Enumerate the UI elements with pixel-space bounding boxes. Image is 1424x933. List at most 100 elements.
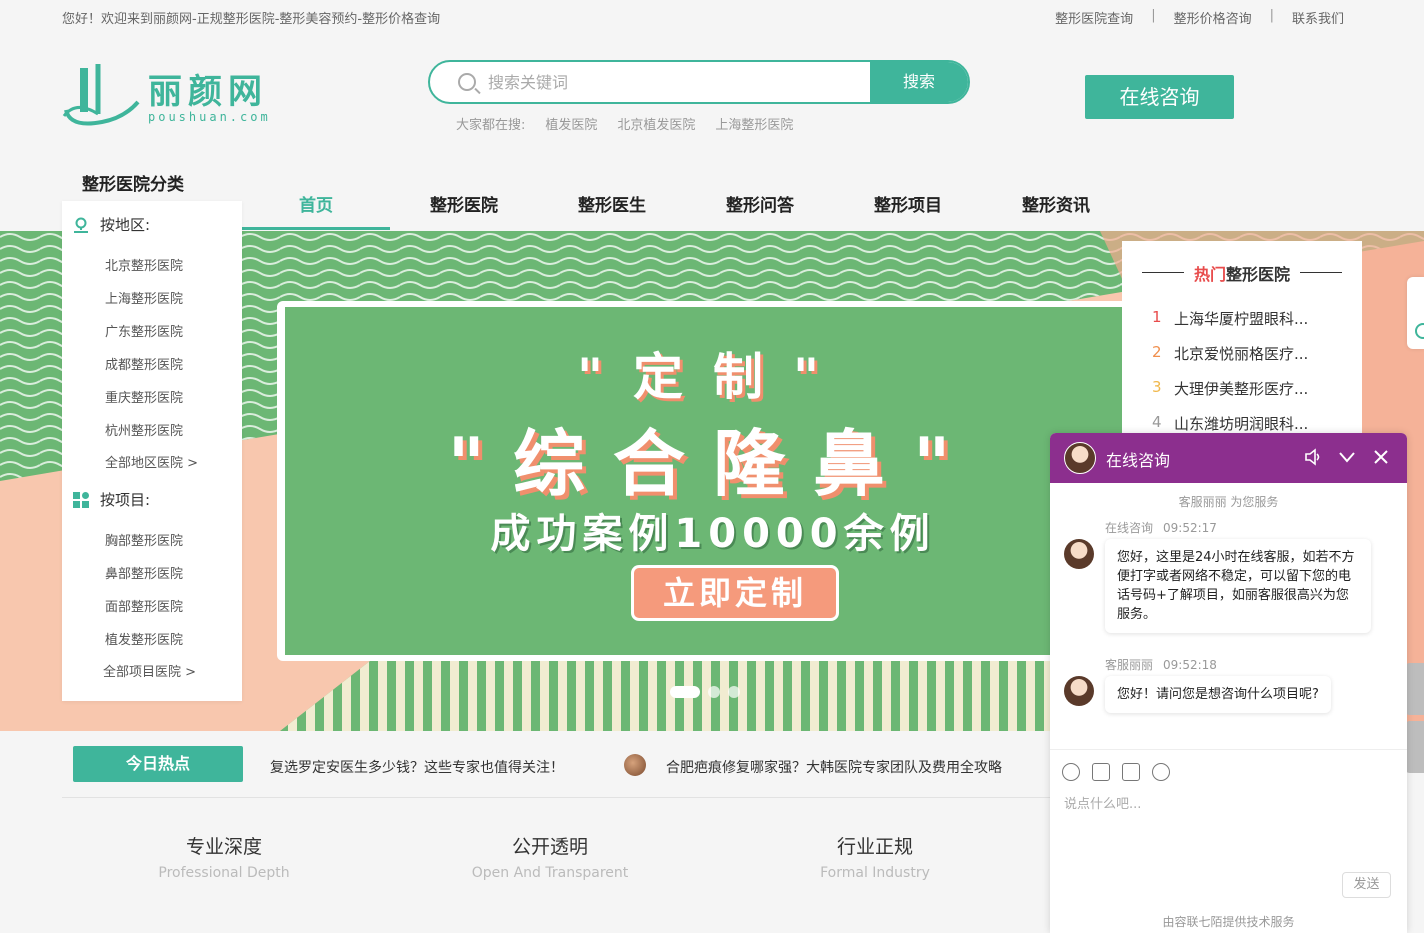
site-logo[interactable]: 丽颜网 poushuan.com	[62, 62, 272, 132]
all-regions-link[interactable]: 全部地区医院 >	[105, 452, 198, 471]
hot-rank: 1	[1152, 308, 1162, 326]
hot-search: 大家都在搜: 植发医院 北京植发医院 上海整形医院	[456, 114, 793, 133]
separator: |	[1269, 8, 1274, 23]
search-icon	[458, 73, 476, 91]
news-link[interactable]: 合肥疤痕修复哪家强？大韩医院专家团队及费用全攻略	[666, 757, 1002, 777]
logo-brand: 丽颜网	[148, 72, 268, 112]
divider	[62, 797, 1052, 798]
logo-domain: poushuan.com	[148, 110, 271, 124]
back-to-top-button[interactable]	[1404, 663, 1424, 715]
image-icon[interactable]	[1092, 763, 1110, 781]
agent-avatar	[1064, 442, 1096, 474]
link-hospital-query[interactable]: 整形医院查询	[1055, 8, 1133, 27]
banner-headline-2: "综合隆鼻"	[447, 421, 979, 506]
hot-hospital-name: 北京爱悦丽格医疗...	[1174, 345, 1309, 363]
banner-subline: 成功案例10000余例	[490, 511, 936, 557]
feature-professional: 专业深度 Professional Depth	[104, 832, 344, 881]
float-service-button[interactable]	[1404, 721, 1424, 773]
speaker-icon[interactable]	[1302, 447, 1324, 469]
hot-hospitals-title: 热门整形医院	[1122, 261, 1362, 285]
hot-hospital-name: 大理伊美整形医疗...	[1174, 380, 1309, 398]
hot-title-highlight: 热门	[1193, 265, 1226, 284]
message-time: 09:52:17	[1163, 521, 1217, 535]
nav-qa[interactable]: 整形问答	[686, 188, 834, 230]
feature-formal: 行业正规 Formal Industry	[755, 832, 995, 881]
message-time: 09:52:18	[1163, 658, 1217, 672]
welcome-text: 您好！欢迎来到丽颜网-正规整形医院-整形美容预约-整形价格查询	[62, 12, 441, 27]
category-sidebar: 按地区: 北京整形医院 上海整形医院 广东整形医院 成都整形医院 重庆整形医院 …	[62, 201, 242, 701]
side-float-tab[interactable]	[1407, 277, 1424, 349]
hot-search-term[interactable]: 北京植发医院	[617, 114, 695, 133]
feature-subtitle: Professional Depth	[158, 865, 290, 881]
project-link[interactable]: 面部整形医院	[105, 596, 183, 615]
nav-doctors[interactable]: 整形医生	[538, 188, 686, 230]
hot-hospital-name: 上海华厦柠盟眼科...	[1174, 310, 1309, 328]
service-line: 客服丽丽 为您服务	[1178, 495, 1279, 509]
nav-projects[interactable]: 整形项目	[834, 188, 982, 230]
news-link[interactable]: 复选罗定安医生多少钱？这些专家也值得关注！	[270, 757, 564, 777]
main-nav: 首页 整形医院 整形医生 整形问答 整形项目 整形资讯	[242, 188, 1130, 230]
message-avatar	[1064, 539, 1094, 569]
message-avatar	[1064, 676, 1094, 706]
carousel-dot[interactable]	[670, 686, 700, 698]
region-link[interactable]: 杭州整形医院	[105, 420, 183, 439]
scissors-icon[interactable]	[1152, 763, 1170, 781]
chat-divider	[1050, 749, 1407, 750]
project-link[interactable]: 鼻部整形医院	[105, 563, 183, 582]
today-hot-bar: 今日热点 复选罗定安医生多少钱？这些专家也值得关注！ 合肥疤痕修复哪家强？大韩医…	[0, 731, 1050, 797]
message-bubble: 您好，这里是24小时在线客服，如若不方便打字或者网络不稳定，可以留下您的电话号码…	[1105, 539, 1371, 633]
hot-rank: 4	[1152, 413, 1162, 431]
carousel-dot[interactable]	[728, 686, 740, 698]
project-group-title: 按项目:	[72, 489, 150, 510]
category-title: 整形医院分类	[82, 175, 184, 195]
folder-icon[interactable]	[1122, 763, 1140, 781]
region-link[interactable]: 成都整形医院	[105, 354, 183, 373]
message-bubble: 您好！请问您是想咨询什么项目呢?	[1105, 676, 1331, 713]
search-button[interactable]: 搜索	[870, 62, 968, 102]
carousel-dot[interactable]	[708, 686, 720, 698]
chat-header[interactable]: 在线咨询	[1050, 433, 1407, 483]
banner-card: "定制" "综合隆鼻" 成功案例10000余例 立即定制	[277, 301, 1147, 661]
project-link[interactable]: 胸部整形医院	[105, 530, 183, 549]
message-meta: 在线咨询 09:52:17	[1105, 519, 1217, 536]
message-meta: 客服丽丽 09:52:18	[1105, 656, 1217, 673]
minimize-icon[interactable]	[1336, 447, 1358, 469]
region-link[interactable]: 重庆整形医院	[105, 387, 183, 406]
top-links: 整形医院查询 | 整形价格咨询 | 联系我们	[1055, 8, 1344, 27]
chat-message-input[interactable]	[1064, 793, 1394, 863]
region-link[interactable]: 上海整形医院	[105, 288, 183, 307]
hot-title-rest: 整形医院	[1226, 265, 1291, 284]
link-contact-us[interactable]: 联系我们	[1292, 8, 1344, 27]
search-input[interactable]	[488, 62, 868, 102]
region-group-title: 按地区:	[72, 214, 150, 235]
hot-search-term[interactable]: 植发医院	[545, 114, 597, 133]
online-consult-button[interactable]: 在线咨询	[1085, 75, 1234, 119]
region-title: 按地区:	[100, 216, 151, 234]
region-link[interactable]: 广东整形医院	[105, 321, 183, 340]
nav-news[interactable]: 整形资讯	[982, 188, 1130, 230]
project-link[interactable]: 植发整形医院	[105, 629, 183, 648]
hot-hospital-item[interactable]: 3 大理伊美整形医疗...	[1152, 378, 1308, 399]
carousel-dots	[670, 686, 740, 698]
emoji-icon[interactable]	[1062, 763, 1080, 781]
nav-hospitals[interactable]: 整形医院	[390, 188, 538, 230]
message-sender: 在线咨询	[1105, 521, 1154, 535]
send-button[interactable]: 发送	[1342, 872, 1391, 898]
header: 丽颜网 poushuan.com 搜索 大家都在搜: 植发医院 北京植发医院 上…	[0, 32, 1424, 162]
logo-mark-icon	[62, 64, 140, 126]
link-price-consult[interactable]: 整形价格咨询	[1174, 8, 1252, 27]
hot-hospital-item[interactable]: 4 山东潍坊明润眼科...	[1152, 413, 1308, 434]
hot-rank: 3	[1152, 378, 1162, 396]
region-link[interactable]: 北京整形医院	[105, 255, 183, 274]
nav-home[interactable]: 首页	[242, 188, 390, 230]
chat-title: 在线咨询	[1106, 451, 1171, 470]
close-icon[interactable]	[1370, 447, 1392, 469]
hot-search-label: 大家都在搜:	[456, 118, 526, 133]
feature-subtitle: Formal Industry	[820, 865, 930, 881]
powered-by: 由容联七陌提供技术服务	[1162, 915, 1295, 929]
banner-cta-button[interactable]: 立即定制	[631, 565, 839, 621]
all-projects-link[interactable]: 全部项目医院 >	[103, 661, 196, 680]
hot-search-term[interactable]: 上海整形医院	[715, 114, 793, 133]
hot-hospital-item[interactable]: 2 北京爱悦丽格医疗...	[1152, 343, 1308, 364]
hot-hospital-item[interactable]: 1 上海华厦柠盟眼科...	[1152, 308, 1308, 329]
